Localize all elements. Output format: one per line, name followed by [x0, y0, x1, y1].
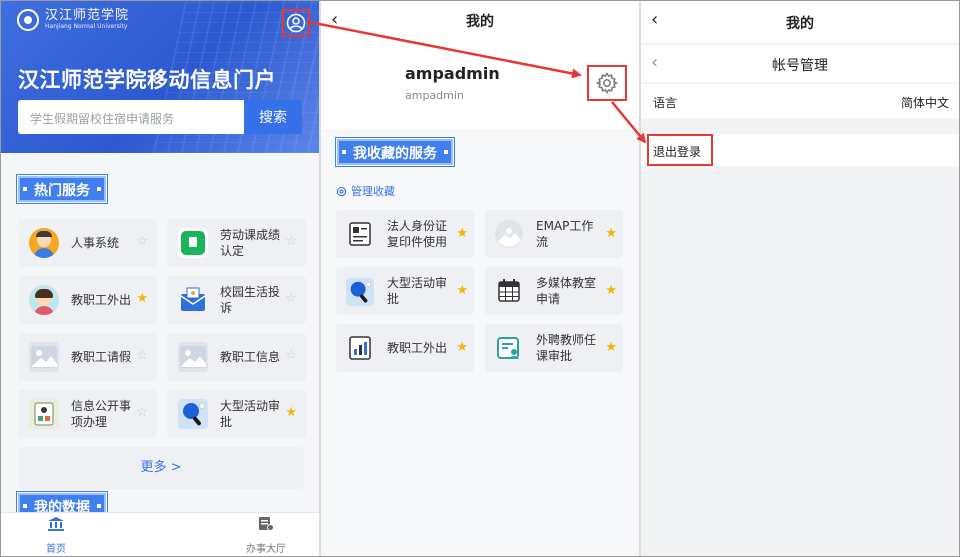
favorite-tile[interactable]: EMAP工作流 ★: [485, 210, 623, 258]
seal-icon: [17, 9, 39, 31]
tab-service-hall-label: 办事大厅: [246, 544, 286, 555]
book-green-icon: [178, 228, 208, 258]
star-icon[interactable]: ☆: [285, 349, 297, 363]
star-icon[interactable]: ☆: [136, 235, 148, 249]
sub-nav-title: 帐号管理: [772, 58, 828, 74]
star-icon[interactable]: ★: [605, 284, 617, 298]
bank-icon: [48, 517, 64, 531]
page-title: 汉江师范学院移动信息门户: [18, 68, 276, 92]
logo-cn-text: 汉江师范学院: [45, 8, 130, 23]
person-avatar-icon: [29, 228, 59, 258]
star-icon[interactable]: ☆: [136, 349, 148, 363]
star-icon[interactable]: ★: [136, 292, 148, 306]
image-placeholder-icon: [29, 342, 59, 372]
id-card-icon: [347, 221, 373, 247]
home-panel: 汉江师范学院 Hanjiang Normal University 汉江师范学院…: [1, 1, 319, 556]
service-tile[interactable]: 大型活动审批 ★: [167, 390, 306, 438]
hot-services-title: 热门服务: [16, 174, 108, 204]
chart-doc-icon: [347, 335, 373, 361]
service-label: 信息公开事项办理: [71, 399, 132, 429]
username: ampadmin: [405, 64, 500, 83]
tab-service-hall[interactable]: 办事大厅: [236, 517, 296, 555]
tab-home[interactable]: 首页: [26, 517, 86, 555]
sub-nav-bar: ‹ 帐号管理: [641, 44, 959, 82]
favorites-title: 我收藏的服务: [335, 137, 455, 167]
tab-home-label: 首页: [46, 544, 66, 555]
more-link[interactable]: 更多 >: [18, 447, 304, 489]
nav-bar: ‹ 我的: [641, 1, 959, 43]
pingpong-icon: [178, 399, 208, 429]
service-label: 教职工信息: [220, 350, 281, 364]
manage-favorites-link[interactable]: 管理收藏: [336, 183, 395, 199]
favorite-tile[interactable]: 外聘教师任课审批 ★: [485, 324, 623, 372]
user-circle-icon: [286, 13, 306, 33]
star-icon[interactable]: ★: [605, 227, 617, 241]
service-label: 教职工请假: [71, 350, 132, 364]
star-icon[interactable]: ☆: [285, 292, 297, 306]
my-panel: ‹ 我的 ampadmin ampadmin 我收藏的服务 管理收藏 法人身份证…: [321, 1, 639, 556]
teacher-card-icon: [496, 335, 522, 361]
service-label: 劳动课成绩认定: [220, 228, 281, 258]
star-icon[interactable]: ★: [456, 284, 468, 298]
service-label: 人事系统: [71, 236, 120, 250]
service-label: 校园生活投诉: [220, 285, 281, 315]
service-tile[interactable]: 教职工外出 ★: [18, 276, 157, 324]
language-label: 语言: [653, 96, 678, 110]
favorite-tile[interactable]: 教职工外出 ★: [336, 324, 474, 372]
manage-favorites-label: 管理收藏: [351, 185, 395, 198]
star-icon[interactable]: ★: [605, 341, 617, 355]
star-icon[interactable]: ☆: [136, 406, 148, 420]
settings-small-icon: [336, 186, 347, 196]
nav-title: 我的: [786, 16, 814, 32]
favorite-tile[interactable]: 法人身份证复印件使用 ★: [336, 210, 474, 258]
service-label: 教职工外出: [71, 293, 132, 307]
search-input[interactable]: 学生假期留校住宿申请服务: [18, 100, 244, 134]
document-box-icon: [29, 399, 59, 429]
service-tile[interactable]: 教职工请假 ☆: [18, 333, 157, 381]
university-logo: 汉江师范学院 Hanjiang Normal University: [17, 9, 129, 31]
logout-highlight: [647, 134, 713, 166]
favorite-label: EMAP工作流: [536, 219, 594, 249]
nav-title: 我的: [466, 14, 494, 30]
user-id: ampadmin: [405, 89, 464, 102]
user-profile-button[interactable]: [282, 9, 310, 37]
search-button[interactable]: 搜索: [244, 100, 302, 134]
service-tile[interactable]: 教职工信息 ☆: [167, 333, 306, 381]
favorite-label: 外聘教师任课审批: [536, 333, 597, 363]
hero-banner: 汉江师范学院 Hanjiang Normal University 汉江师范学院…: [1, 1, 319, 153]
service-tile[interactable]: 劳动课成绩认定 ☆: [167, 219, 306, 267]
star-icon[interactable]: ★: [456, 341, 468, 355]
favorite-label: 大型活动审批: [387, 276, 448, 306]
language-row[interactable]: 语言 简体中文: [641, 84, 959, 118]
service-tile[interactable]: 人事系统 ☆: [18, 219, 157, 267]
star-icon[interactable]: ☆: [285, 235, 297, 249]
favorite-label: 多媒体教室申请: [536, 276, 597, 306]
person-woman-icon: [29, 285, 59, 315]
star-icon[interactable]: ★: [285, 406, 297, 420]
image-placeholder-icon: [495, 220, 523, 248]
language-value: 简体中文: [900, 96, 949, 110]
gear-icon: [595, 72, 619, 94]
bottom-tabbar: 首页 办事大厅: [1, 512, 319, 556]
image-placeholder-icon: [178, 342, 208, 372]
envelope-icon: [178, 285, 208, 315]
profile-card: ampadmin ampadmin: [321, 41, 639, 129]
service-label: 大型活动审批: [220, 399, 281, 429]
service-tile[interactable]: 信息公开事项办理 ☆: [18, 390, 157, 438]
settings-button[interactable]: [587, 65, 627, 101]
calendar-icon: [496, 278, 522, 304]
favorite-label: 教职工外出: [387, 341, 448, 355]
favorite-tile[interactable]: 多媒体教室申请 ★: [485, 267, 623, 315]
service-tile[interactable]: 校园生活投诉 ☆: [167, 276, 306, 324]
nav-bar: ‹ 我的: [321, 1, 639, 41]
favorite-tile[interactable]: 大型活动审批 ★: [336, 267, 474, 315]
favorite-label: 法人身份证复印件使用: [387, 219, 448, 249]
account-panel: ‹ 我的 ‹ 帐号管理 语言 简体中文 退出登录: [641, 1, 959, 556]
pingpong-icon: [346, 278, 374, 306]
star-icon[interactable]: ★: [456, 227, 468, 241]
hall-icon: [259, 517, 274, 531]
logo-en-text: Hanjiang Normal University: [45, 23, 128, 30]
